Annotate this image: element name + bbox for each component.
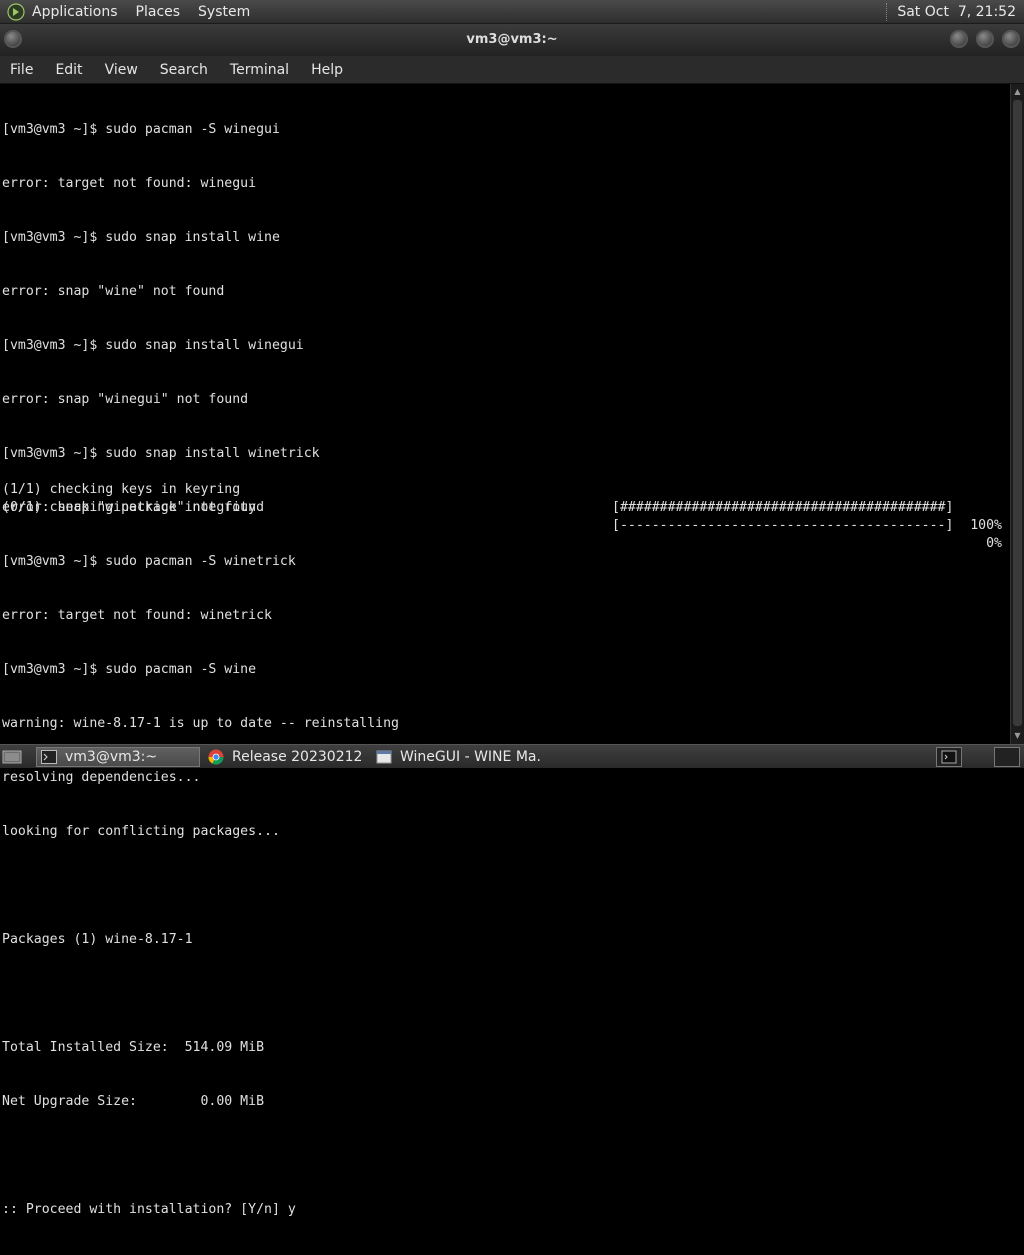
- taskbar-item-chrome[interactable]: Release 20230212 · ...: [204, 747, 368, 767]
- terminal-icon: [41, 749, 57, 765]
- terminal-line: resolving dependencies...: [2, 770, 201, 785]
- window-title: vm3@vm3:~: [466, 32, 558, 47]
- terminal-line: Net Upgrade Size: 0.00 MiB: [2, 1094, 265, 1109]
- maximize-icon[interactable]: [976, 30, 994, 48]
- menu-view[interactable]: View: [105, 62, 138, 78]
- progress-percent: 100%: [970, 518, 1002, 533]
- terminal-line: error: target not found: winegui: [2, 176, 257, 191]
- top-panel: Applications Places System Sat Oct 7, 21…: [0, 0, 1024, 24]
- workspace-switcher-1[interactable]: [936, 747, 962, 767]
- terminal-line: looking for conflicting packages...: [2, 824, 280, 839]
- terminal-line: [vm3@vm3 ~]$ sudo pacman -S winetrick: [2, 554, 296, 569]
- system-menu[interactable]: System: [198, 4, 250, 20]
- taskbar-item-terminal[interactable]: vm3@vm3:~: [36, 747, 200, 767]
- minimize-icon[interactable]: [950, 30, 968, 48]
- workspace-switcher-2[interactable]: [994, 747, 1020, 767]
- taskbar-item-label: vm3@vm3:~: [65, 749, 158, 765]
- main-menu-icon[interactable]: [6, 2, 26, 22]
- progress-bar: [#######################################…: [612, 500, 954, 515]
- terminal-line: warning: wine-8.17-1 is up to date -- re…: [2, 716, 399, 731]
- menu-file[interactable]: File: [10, 62, 33, 78]
- terminal-lines: [vm3@vm3 ~]$ sudo pacman -S winegui erro…: [2, 85, 399, 1255]
- terminal-line: [vm3@vm3 ~]$ sudo pacman -S winegui: [2, 122, 280, 137]
- progress-label: (0/1) checking package integrity: [2, 500, 257, 515]
- window-icon: [376, 749, 392, 765]
- window-titlebar[interactable]: vm3@vm3:~: [0, 24, 1024, 56]
- menu-terminal[interactable]: Terminal: [230, 62, 289, 78]
- terminal-line: error: snap "winegui" not found: [2, 392, 249, 407]
- menu-search[interactable]: Search: [160, 62, 208, 78]
- chrome-icon: [208, 749, 224, 765]
- progress-percent: 0%: [986, 536, 1002, 551]
- menu-edit[interactable]: Edit: [55, 62, 82, 78]
- terminal-line: Total Installed Size: 514.09 MiB: [2, 1040, 265, 1055]
- progress-bar: [---------------------------------------…: [612, 518, 954, 533]
- show-desktop-icon[interactable]: [2, 748, 22, 766]
- taskbar-item-winegui[interactable]: WineGUI - WINE Ma...: [372, 747, 540, 767]
- terminal-line: Packages (1) wine-8.17-1: [2, 932, 193, 947]
- bottom-panel: vm3@vm3:~ Release 20230212 · ... WineGUI…: [0, 744, 1024, 768]
- terminal-line: [vm3@vm3 ~]$ sudo pacman -S wine: [2, 662, 257, 677]
- menubar: File Edit View Search Terminal Help: [0, 56, 1024, 84]
- scroll-down-icon[interactable]: ▼: [1012, 730, 1023, 742]
- scroll-up-icon[interactable]: ▲: [1012, 86, 1023, 98]
- progress-row-integrity: (0/1) checking package integrity [------…: [0, 481, 1006, 551]
- scroll-thumb[interactable]: [1013, 100, 1022, 726]
- clock[interactable]: Sat Oct 7, 21:52: [897, 4, 1016, 20]
- terminal-line: error: target not found: winetrick: [2, 608, 272, 623]
- places-menu[interactable]: Places: [136, 4, 181, 20]
- terminal-line: :: Proceed with installation? [Y/n] y: [2, 1202, 296, 1217]
- panel-separator: [886, 2, 889, 21]
- terminal-scrollbar[interactable]: ▲ ▼: [1010, 84, 1024, 744]
- close-icon[interactable]: [1002, 30, 1020, 48]
- terminal-line: [vm3@vm3 ~]$ sudo snap install wine: [2, 230, 280, 245]
- terminal-line: [vm3@vm3 ~]$ sudo snap install winegui: [2, 338, 304, 353]
- terminal-line: error: snap "wine" not found: [2, 284, 225, 299]
- menu-help[interactable]: Help: [311, 62, 343, 78]
- progress-row-keyring: (1/1) checking keys in keyring [########…: [0, 463, 1006, 533]
- applications-menu[interactable]: Applications: [32, 4, 118, 20]
- terminal-output[interactable]: [vm3@vm3 ~]$ sudo pacman -S winegui erro…: [0, 84, 1010, 1217]
- terminal-line: [vm3@vm3 ~]$ sudo snap install winetrick: [2, 446, 320, 461]
- taskbar-item-label: WineGUI - WINE Ma...: [400, 749, 540, 765]
- taskbar-item-label: Release 20230212 · ...: [232, 749, 368, 765]
